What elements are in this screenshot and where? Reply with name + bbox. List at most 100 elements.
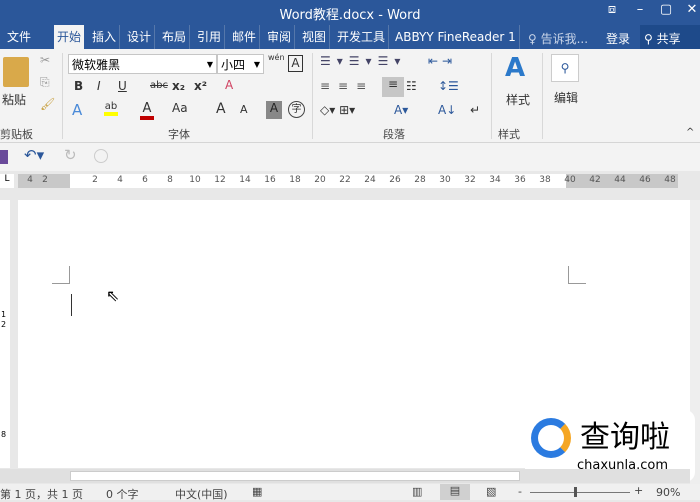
bold-button[interactable]: B <box>74 79 83 93</box>
tab-layout[interactable]: 布局 <box>159 25 191 49</box>
font-size-select[interactable]: 小四 ▼ <box>217 54 264 74</box>
asian-layout-icon[interactable]: A▾ <box>394 103 408 117</box>
tell-me-box[interactable]: ♀ 告诉我... <box>528 30 588 47</box>
text-effects-icon[interactable]: A <box>72 101 82 119</box>
scrollbar-thumb[interactable] <box>70 471 520 481</box>
ruler-number: 28 <box>414 175 426 185</box>
zoom-out-button[interactable]: - <box>518 485 522 498</box>
character-shading-icon[interactable]: A <box>266 101 282 119</box>
margin-corner-mark <box>568 266 586 284</box>
divider <box>62 53 63 139</box>
divider <box>312 53 313 139</box>
italic-button[interactable]: I <box>97 79 101 93</box>
tab-design[interactable]: 设计 <box>124 25 156 49</box>
grow-font-button[interactable]: A <box>216 101 226 117</box>
chevron-down-icon: ▼ <box>206 60 213 69</box>
tab-review[interactable]: 审阅 <box>264 25 296 49</box>
mouse-pointer-icon: ⇖ <box>106 286 120 305</box>
macro-icon[interactable]: ▦ <box>252 485 262 498</box>
sort-icon[interactable]: A↓ <box>438 103 456 117</box>
search-icon[interactable]: ⚲ <box>551 54 579 82</box>
underline-button[interactable]: U <box>118 79 127 93</box>
tab-abbyy[interactable]: ABBYY FineReader 1 <box>392 25 520 49</box>
ribbon-display-options-button[interactable]: ⧈ <box>600 2 624 22</box>
zoom-in-button[interactable]: + <box>634 484 643 497</box>
cut-icon[interactable]: ✂ <box>40 53 50 67</box>
horizontal-ruler[interactable]: 4 2 2 4 6 8 10 12 14 16 18 20 22 24 26 28 30 32 34 36 38 40 42… <box>18 174 678 188</box>
show-marks-icon[interactable]: ↵ <box>470 103 480 117</box>
shrink-font-button[interactable]: A <box>240 103 248 116</box>
ruler-number: 20 <box>314 175 326 185</box>
strikethrough-button[interactable]: abc <box>150 80 168 91</box>
character-border-button[interactable]: A <box>288 55 303 72</box>
tab-insert[interactable]: 插入 <box>89 25 121 49</box>
divider <box>491 53 492 139</box>
ruler-number: 46 <box>639 175 651 185</box>
ruler-number: 10 <box>189 175 201 185</box>
close-button[interactable]: ✕ <box>680 2 700 22</box>
horizontal-scrollbar[interactable] <box>0 469 690 483</box>
ruler-number: 16 <box>264 175 276 185</box>
tab-developer[interactable]: 开发工具 <box>334 25 390 49</box>
shading-icon[interactable]: ◇▾ ⊞▾ <box>320 103 355 117</box>
watermark-text: 查询啦 <box>580 420 670 455</box>
lightbulb-icon: ♀ <box>528 32 541 46</box>
change-case-button[interactable]: Aa <box>172 101 188 115</box>
format-painter-icon[interactable]: 🖌 <box>40 97 55 111</box>
tab-references[interactable]: 引用 <box>194 25 226 49</box>
ruler-number: 44 <box>614 175 626 185</box>
ruler-number: 6 <box>142 175 148 185</box>
ruler-number: 8 <box>167 175 173 185</box>
minimize-button[interactable]: – <box>628 2 652 22</box>
indent-buttons[interactable]: ⇤⇥ <box>428 54 456 68</box>
copy-icon[interactable]: ⎘ <box>40 75 50 90</box>
print-layout-icon[interactable]: ▤ <box>440 484 470 500</box>
ruler-number: 4 <box>27 175 33 185</box>
maximize-button[interactable]: ▢ <box>654 2 678 22</box>
alignment-buttons[interactable]: ≡≡≡ <box>320 79 374 93</box>
ruler-number: 18 <box>289 175 301 185</box>
web-layout-icon[interactable]: ▧ <box>486 485 496 498</box>
ruler-number: 4 <box>117 175 123 185</box>
read-mode-icon[interactable]: ▥ <box>412 485 422 498</box>
subscript-button[interactable]: x₂ <box>172 79 185 93</box>
collapse-ribbon-icon[interactable]: ^ <box>686 127 694 138</box>
list-buttons[interactable]: ☰▾☰▾☰▾ <box>320 54 406 68</box>
font-color-icon[interactable]: A <box>140 101 154 120</box>
text-cursor <box>71 294 72 316</box>
share-button[interactable]: ⚲ 共享 <box>640 25 700 49</box>
tab-view[interactable]: 视图 <box>299 25 331 49</box>
editing-button[interactable]: 编辑 <box>554 89 578 106</box>
paste-button[interactable]: 粘贴 <box>2 91 26 108</box>
distributed-button[interactable]: ☷ <box>406 79 417 93</box>
font-name-select[interactable]: 微软雅黑 ▼ <box>68 54 217 74</box>
tab-home[interactable]: 开始 <box>54 25 85 49</box>
enclose-characters-icon[interactable]: 字 <box>288 101 305 118</box>
ribbon: 粘贴 ✂ ⎘ 🖌 剪贴板 微软雅黑 ▼ 小四 ▼ wén A B I U abc x… <box>0 49 700 143</box>
superscript-button[interactable]: x² <box>194 79 207 93</box>
save-icon[interactable] <box>0 150 8 164</box>
styles-icon[interactable]: A <box>505 53 525 83</box>
margin-corner-mark <box>52 266 70 284</box>
highlight-icon[interactable]: ab <box>104 101 118 116</box>
touch-mode-icon[interactable] <box>94 149 108 163</box>
person-icon: ⚲ <box>644 32 657 46</box>
tab-selector[interactable]: L <box>0 174 14 188</box>
login-link[interactable]: 登录 <box>606 30 630 47</box>
zoom-slider-thumb[interactable] <box>574 487 577 497</box>
clear-formatting-icon[interactable]: A <box>225 78 233 92</box>
phonetic-guide-button[interactable]: wén <box>268 53 285 62</box>
styles-button[interactable]: 样式 <box>506 91 530 108</box>
zoom-slider[interactable] <box>530 492 630 493</box>
ruler-number: 24 <box>364 175 376 185</box>
tab-file[interactable]: 文件 <box>4 25 34 49</box>
zoom-level[interactable]: 90% <box>656 486 680 499</box>
justify-button[interactable]: ≡ <box>382 77 404 97</box>
logo-icon <box>531 418 571 458</box>
undo-icon[interactable]: ↶▾ <box>24 146 44 164</box>
ruler-number: 40 <box>564 175 576 185</box>
window-title: Word教程.docx - Word <box>279 8 421 23</box>
tab-mailings[interactable]: 邮件 <box>229 25 261 49</box>
line-spacing-icon[interactable]: ↕☰ <box>438 79 459 93</box>
redo-icon[interactable]: ↻ <box>64 146 77 164</box>
